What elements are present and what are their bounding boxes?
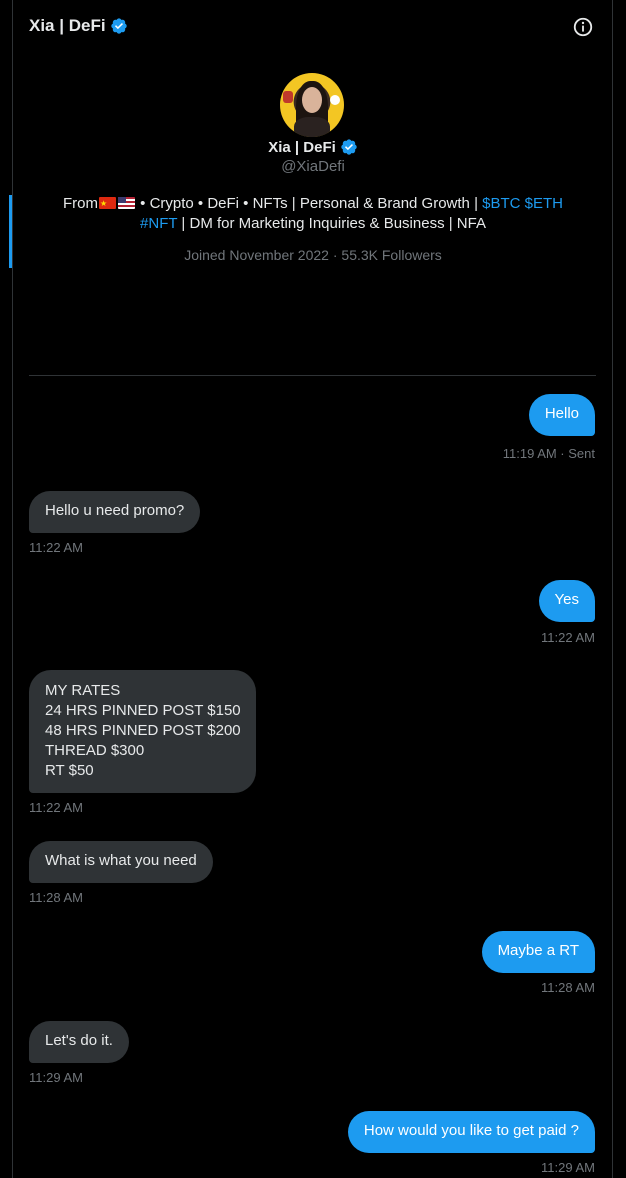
message-timestamp: 11:22 AM [29,800,83,815]
profile-bio: From • Crypto • DeFi • NFTs | Personal &… [40,194,586,234]
conversation-header: Xia | DeFi [0,0,626,56]
message-text: Let's do it. [45,1032,113,1049]
message-bubble-received[interactable]: Let's do it. [29,1021,129,1063]
message-text: What is what you need [45,852,197,869]
message-bubble-sent[interactable]: Hello [528,394,595,436]
message-bubble-received[interactable]: Hello u need promo? [29,491,201,533]
conversation-title[interactable]: Xia | DeFi [29,16,128,36]
message-line: MY RATES [45,682,121,699]
message-timestamp: 11:29 AM [29,1070,83,1085]
us-flag-icon [117,197,135,209]
china-flag-icon [98,194,116,214]
bio-text-1: From [62,195,98,212]
hashtag-nft-link[interactable]: #NFT [140,215,177,232]
message-bubble-sent[interactable]: Yes [538,580,595,622]
info-icon[interactable] [572,16,594,38]
message-text: Maybe a RT [497,942,579,959]
message-line: RT $50 [45,762,94,779]
message-timestamp: 11:22 AM [541,630,595,645]
profile-handle[interactable]: @XiaDefi [0,158,626,175]
message-text: Yes [554,591,579,608]
message-text: Hello [544,405,579,422]
message-line: 24 HRS PINNED POST $150 [45,702,241,719]
message-text: Hello u need promo? [45,502,185,519]
bio-text-2: • Crypto • DeFi • NFTs | Personal & Bran… [135,195,483,212]
message-line: THREAD $300 [45,742,145,759]
cashtag-eth-link[interactable]: $ETH [525,195,563,212]
verified-badge-icon [110,18,127,34]
bio-text-3: | DM for Marketing Inquiries & Business … [177,215,486,232]
profile-avatar[interactable] [280,73,344,137]
header-name: Xia | DeFi [29,16,106,35]
profile-display-name: Xia | DeFi [268,138,336,156]
message-timestamp: 11:28 AM [541,980,595,995]
message-bubble-received[interactable]: What is what you need [29,841,213,883]
message-timestamp: 11:29 AM [541,1160,595,1175]
verified-badge-icon [341,139,357,155]
profile-divider [29,375,596,376]
left-border [12,0,13,1178]
followers-count[interactable]: 55.3K Followers [341,247,441,263]
message-timestamp: 11:22 AM [29,540,83,555]
message-line: 48 HRS PINNED POST $200 [45,722,241,739]
joined-date: Joined November 2022 [184,247,329,263]
message-text: How would you like to get paid ? [363,1122,579,1139]
profile-name[interactable]: Xia | DeFi [0,137,626,157]
profile-meta: Joined November 2022 · 55.3K Followers [184,247,442,263]
message-bubble-received[interactable]: MY RATES 24 HRS PINNED POST $150 48 HRS … [29,670,256,793]
message-bubble-sent[interactable]: How would you like to get paid ? [347,1111,595,1153]
message-timestamp: 11:28 AM [29,890,83,905]
message-timestamp: 11:19 AM · Sent [502,446,595,461]
message-bubble-sent[interactable]: Maybe a RT [481,931,595,973]
right-border [612,0,613,1178]
cashtag-btc-link[interactable]: $BTC [482,195,520,212]
